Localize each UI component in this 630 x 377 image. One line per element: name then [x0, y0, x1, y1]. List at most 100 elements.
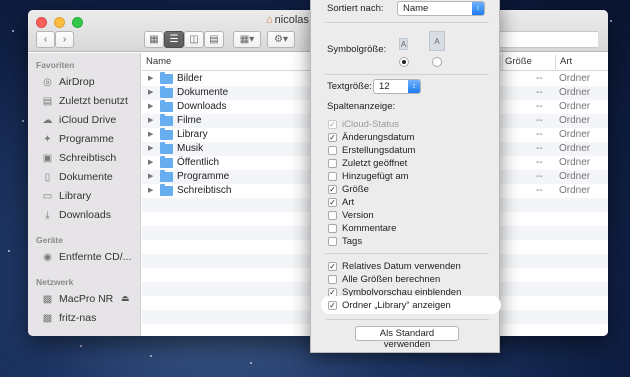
sidebar-item-library[interactable]: ▭ Library	[41, 188, 91, 204]
disclosure-triangle-icon[interactable]: ▶	[148, 172, 153, 180]
action-button[interactable]: ⚙▾	[267, 31, 295, 48]
window-title: ⌂ nicolas	[266, 14, 309, 26]
computer-icon: ▩	[42, 293, 53, 305]
sidebar-item-airdrop[interactable]: ◎ AirDrop	[41, 74, 94, 90]
checkbox	[328, 211, 337, 220]
sidebar-item-remote-cd[interactable]: ◉ Entfernte CD/...	[41, 249, 131, 265]
column-view-button[interactable]: ◫	[184, 31, 204, 48]
checkbox: ✓	[328, 262, 337, 271]
view-options-panel: Sortiert nach: Name ↕ Symbolgröße: A A T…	[310, 0, 501, 353]
column-checkbox-aenderungsdatum[interactable]: ✓ Änderungsdatum	[328, 131, 414, 144]
column-header-kind[interactable]: Art	[560, 56, 572, 67]
kind-cell: Ordner	[559, 129, 591, 140]
size-cell: --	[536, 171, 543, 182]
sidebar-item-downloads[interactable]: ⤓ Downloads	[41, 207, 111, 223]
sort-by-select[interactable]: Name ↕	[397, 1, 485, 16]
list-view-button[interactable]: ☰	[164, 31, 184, 48]
disclosure-triangle-icon[interactable]: ▶	[148, 88, 153, 96]
kind-cell: Ordner	[559, 185, 591, 196]
list-view-icon: ☰	[169, 34, 179, 45]
disclosure-triangle-icon[interactable]: ▶	[148, 186, 153, 194]
option-show-library-folder[interactable]: ✓ Ordner „Library“ anzeigen	[328, 299, 451, 312]
sort-by-label: Sortiert nach:	[327, 3, 384, 14]
column-checkbox-zuletzt-geoeffnet[interactable]: Zuletzt geöffnet	[328, 157, 407, 170]
icon-view-button[interactable]: ▦	[144, 31, 164, 48]
gallery-view-icon: ▤	[209, 34, 219, 45]
checkbox	[328, 224, 337, 233]
small-icon-preview: A	[399, 38, 408, 50]
use-as-defaults-button[interactable]: Als Standard verwenden	[355, 326, 459, 350]
applications-icon: ✦	[43, 133, 52, 145]
divider	[325, 74, 489, 75]
sidebar-item-recents[interactable]: ▤ Zuletzt benutzt	[41, 93, 128, 109]
divider	[325, 319, 489, 320]
download-icon: ⤓	[45, 209, 50, 221]
option-calculate-sizes[interactable]: Alle Größen berechnen	[328, 273, 440, 286]
disclosure-triangle-icon[interactable]: ▶	[148, 144, 153, 152]
sidebar: Favoriten ◎ AirDrop ▤ Zuletzt benutzt ☁ iCl…	[28, 53, 141, 336]
kind-cell: Ordner	[559, 143, 591, 154]
icon-size-large-radio[interactable]	[432, 57, 442, 67]
sidebar-item-schreibtisch[interactable]: ▣ Schreibtisch	[41, 150, 116, 166]
minimize-window-button[interactable]	[54, 17, 65, 28]
checkbox	[328, 146, 337, 155]
folder-icon	[160, 86, 173, 98]
checkbox: ✓	[328, 120, 337, 129]
document-icon: ▯	[44, 171, 51, 183]
group-by-button[interactable]: ▦▾	[233, 31, 261, 48]
eject-icon[interactable]: ⏏	[121, 293, 130, 304]
checkbox	[328, 237, 337, 246]
icon-size-small-radio[interactable]	[399, 57, 409, 67]
sidebar-item-programme[interactable]: ✦ Programme	[41, 131, 114, 147]
disclosure-triangle-icon[interactable]: ▶	[148, 116, 153, 124]
kind-cell: Ordner	[559, 171, 591, 182]
chevron-right-icon: ›	[62, 34, 67, 45]
zoom-window-button[interactable]	[72, 17, 83, 28]
chevron-updown-icon: ↕	[408, 80, 420, 93]
folder-icon	[160, 72, 173, 84]
checkbox	[328, 159, 337, 168]
sidebar-item-macpro-nr[interactable]: ▩ MacPro NR	[41, 291, 114, 307]
column-checkbox-hinzugefuegt-am[interactable]: Hinzugefügt am	[328, 170, 409, 183]
chevron-updown-icon: ↕	[472, 2, 484, 15]
column-checkbox-tags[interactable]: Tags	[328, 235, 362, 248]
close-window-button[interactable]	[36, 17, 47, 28]
sidebar-item-fritz-nas[interactable]: ▩ fritz-nas	[41, 310, 97, 326]
server-icon: ▩	[42, 312, 53, 324]
column-checkbox-version[interactable]: Version	[328, 209, 374, 222]
back-button[interactable]: ‹	[36, 31, 55, 48]
size-cell: --	[536, 143, 543, 154]
disclosure-triangle-icon[interactable]: ▶	[148, 130, 153, 138]
sidebar-item-icloud-drive[interactable]: ☁ iCloud Drive	[41, 112, 117, 128]
forward-button[interactable]: ›	[55, 31, 74, 48]
sidebar-section-network: Netzwerk	[36, 277, 74, 287]
column-checkbox-kommentare[interactable]: Kommentare	[328, 222, 396, 235]
size-cell: --	[536, 115, 543, 126]
size-cell: --	[536, 157, 543, 168]
divider	[325, 22, 489, 23]
column-divider[interactable]	[500, 55, 501, 69]
column-divider	[502, 53, 503, 71]
size-cell: --	[536, 87, 543, 98]
icon-size-label: Symbolgröße:	[327, 44, 387, 55]
checkbox: ✓	[328, 133, 337, 142]
gallery-view-button[interactable]: ▤	[204, 31, 224, 48]
recents-icon: ▤	[42, 95, 53, 107]
disclosure-triangle-icon[interactable]: ▶	[148, 102, 153, 110]
kind-cell: Ordner	[559, 115, 591, 126]
checkbox: ✓	[328, 198, 337, 207]
column-checkbox-icloud-status[interactable]: ✓ iCloud-Status	[328, 118, 399, 131]
sidebar-item-dokumente[interactable]: ▯ Dokumente	[41, 169, 113, 185]
column-checkbox-erstellungsdatum[interactable]: Erstellungsdatum	[328, 144, 415, 157]
disclosure-triangle-icon[interactable]: ▶	[148, 158, 153, 166]
columns-label: Spaltenanzeige:	[327, 101, 396, 112]
checkbox	[328, 275, 337, 284]
option-relative-date[interactable]: ✓ Relatives Datum verwenden	[328, 260, 461, 273]
column-header-size[interactable]: Größe	[505, 56, 532, 67]
column-divider[interactable]	[555, 55, 556, 69]
disclosure-triangle-icon[interactable]: ▶	[148, 74, 153, 82]
text-size-select[interactable]: 12 ↕	[373, 79, 421, 94]
column-checkbox-groesse[interactable]: ✓ Größe	[328, 183, 369, 196]
disc-icon: ◉	[43, 251, 52, 263]
column-checkbox-art[interactable]: ✓ Art	[328, 196, 354, 209]
